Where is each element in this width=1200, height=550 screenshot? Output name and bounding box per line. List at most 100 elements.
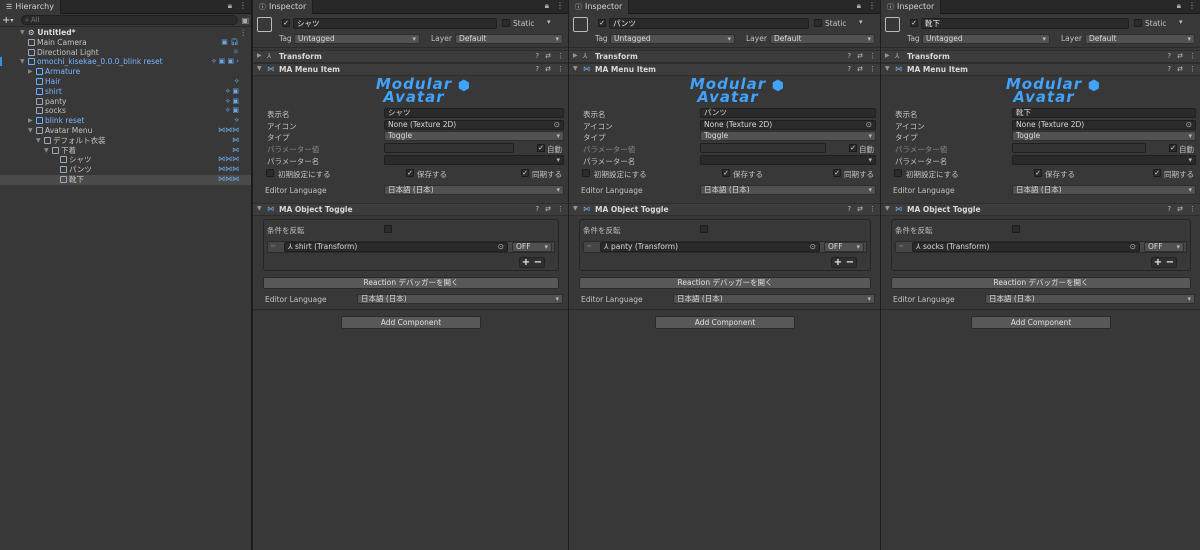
- parameter-name-field[interactable]: ▾: [700, 155, 876, 165]
- static-dropdown-icon[interactable]: ▾: [1179, 18, 1183, 26]
- expand-arrow-icon[interactable]: ▼: [28, 126, 33, 136]
- initial-checkbox[interactable]: [582, 169, 590, 177]
- initial-checkbox[interactable]: [266, 169, 274, 177]
- help-icon[interactable]: ?: [1167, 65, 1171, 73]
- foldout-arrow-icon[interactable]: ▼: [257, 205, 262, 212]
- parameter-dropdown-icon[interactable]: ▾: [556, 156, 560, 164]
- hierarchy-row[interactable]: ▼ omochi_kisekae_0.0.0_blink reset ⟡ ▣ ▣ ›: [0, 57, 251, 67]
- type-dropdown[interactable]: Toggle: [1012, 131, 1196, 141]
- reaction-debugger-button[interactable]: Reaction デバッガーを開く: [891, 277, 1191, 289]
- icon-field[interactable]: None (Texture 2D) ⊙: [1012, 120, 1196, 130]
- help-icon[interactable]: ?: [847, 52, 851, 60]
- foldout-arrow-icon[interactable]: ▶: [885, 52, 890, 59]
- add-entry-button[interactable]: +: [1154, 257, 1162, 268]
- expand-arrow-icon[interactable]: ▼: [44, 146, 49, 156]
- component-menu-icon[interactable]: ⋮: [1189, 52, 1196, 60]
- component-menu-icon[interactable]: ⋮: [869, 65, 876, 73]
- foldout-arrow-icon[interactable]: ▼: [573, 205, 578, 212]
- scene-filter-icon[interactable]: ▣: [241, 16, 249, 25]
- hierarchy-row[interactable]: ▼ デフォルト衣装 ⋈: [0, 136, 251, 146]
- object-name-field[interactable]: 靴下: [921, 18, 1129, 29]
- reaction-debugger-button[interactable]: Reaction デバッガーを開く: [579, 277, 871, 289]
- preset-icon[interactable]: ⇄: [1177, 65, 1183, 73]
- expand-arrow-icon[interactable]: ▶: [28, 116, 33, 126]
- foldout-arrow-icon[interactable]: ▼: [885, 65, 890, 72]
- help-icon[interactable]: ?: [847, 65, 851, 73]
- more-menu-icon[interactable]: ⋮: [1188, 1, 1196, 11]
- save-checkbox[interactable]: ✓: [722, 169, 730, 177]
- hierarchy-row[interactable]: シャツ ⋈⋈⋈: [0, 155, 251, 165]
- active-checkbox[interactable]: ✓: [598, 19, 606, 27]
- help-icon[interactable]: ?: [1167, 205, 1171, 213]
- hierarchy-row[interactable]: Hair ⟡: [0, 77, 251, 87]
- auto-checkbox[interactable]: ✓: [537, 144, 545, 152]
- active-checkbox[interactable]: ✓: [282, 19, 290, 27]
- transform-component-header[interactable]: ▶ ⅄ Transform ? ⇄ ⋮: [569, 50, 880, 63]
- static-checkbox[interactable]: [1134, 19, 1142, 27]
- object-toggle-component-header[interactable]: ▼ ⋈ MA Object Toggle ? ⇄ ⋮: [569, 203, 880, 216]
- parameter-name-field[interactable]: ▾: [1012, 155, 1196, 165]
- save-checkbox[interactable]: ✓: [1034, 169, 1042, 177]
- add-component-button[interactable]: Add Component: [655, 316, 795, 329]
- component-menu-icon[interactable]: ⋮: [1189, 205, 1196, 213]
- foldout-arrow-icon[interactable]: ▶: [257, 52, 262, 59]
- scene-row[interactable]: ▼ ⚙ Untitled* ⋮: [0, 28, 251, 38]
- inspector-tab[interactable]: ⓘ Inspector: [253, 0, 314, 14]
- editor-language-dropdown[interactable]: 日本語 (日本): [1012, 185, 1196, 195]
- layer-dropdown[interactable]: Default: [770, 34, 875, 44]
- help-icon[interactable]: ?: [535, 65, 539, 73]
- foldout-arrow-icon[interactable]: ▶: [573, 52, 578, 59]
- active-checkbox[interactable]: ✓: [910, 19, 918, 27]
- component-menu-icon[interactable]: ⋮: [557, 52, 564, 60]
- transform-component-header[interactable]: ▶ ⅄ Transform ? ⇄ ⋮: [881, 50, 1200, 63]
- display-name-field[interactable]: シャツ: [384, 108, 564, 118]
- static-dropdown-icon[interactable]: ▾: [547, 18, 551, 26]
- gameobject-cube-icon[interactable]: [885, 17, 900, 32]
- help-icon[interactable]: ?: [535, 205, 539, 213]
- tag-dropdown[interactable]: Untagged: [922, 34, 1050, 44]
- inspector-tab[interactable]: ⓘ Inspector: [881, 0, 942, 14]
- add-object-button[interactable]: + ▾: [2, 15, 18, 26]
- toggle-state-dropdown[interactable]: OFF: [512, 242, 552, 252]
- layer-dropdown[interactable]: Default: [1085, 34, 1195, 44]
- sync-checkbox[interactable]: ✓: [521, 169, 529, 177]
- target-object-field[interactable]: ⅄ shirt (Transform) ⊙: [284, 242, 508, 252]
- object-picker-icon[interactable]: ⊙: [810, 243, 816, 251]
- static-checkbox[interactable]: [814, 19, 822, 27]
- tag-dropdown[interactable]: Untagged: [294, 34, 420, 44]
- tag-dropdown[interactable]: Untagged: [610, 34, 735, 44]
- more-menu-icon[interactable]: ⋮: [556, 1, 564, 11]
- icon-field[interactable]: None (Texture 2D) ⊙: [700, 120, 876, 130]
- toggle-state-dropdown[interactable]: OFF: [1144, 242, 1184, 252]
- lock-icon[interactable]: 🔒︎: [228, 1, 232, 11]
- drag-handle-icon[interactable]: ═: [271, 242, 275, 250]
- object-picker-icon[interactable]: ⊙: [1186, 121, 1192, 129]
- hierarchy-row[interactable]: shirt ⟡ ▣: [0, 87, 251, 97]
- remove-entry-button[interactable]: −: [846, 257, 854, 268]
- save-checkbox[interactable]: ✓: [406, 169, 414, 177]
- preset-icon[interactable]: ⇄: [857, 52, 863, 60]
- component-menu-icon[interactable]: ⋮: [557, 65, 564, 73]
- type-dropdown[interactable]: Toggle: [384, 131, 564, 141]
- hierarchy-tab[interactable]: ☰ Hierarchy: [0, 0, 61, 14]
- lock-icon[interactable]: 🔒︎: [857, 1, 861, 11]
- hierarchy-row[interactable]: panty ⟡ ▣: [0, 97, 251, 107]
- hierarchy-row[interactable]: ▶ blink reset ⟡: [0, 116, 251, 126]
- type-dropdown[interactable]: Toggle: [700, 131, 876, 141]
- editor-language-dropdown[interactable]: 日本語 (日本): [357, 294, 563, 304]
- preset-icon[interactable]: ⇄: [545, 205, 551, 213]
- foldout-arrow-icon[interactable]: ▼: [885, 205, 890, 212]
- add-entry-button[interactable]: +: [834, 257, 842, 268]
- hierarchy-row[interactable]: パンツ ⋈⋈⋈: [0, 165, 251, 175]
- display-name-field[interactable]: 靴下: [1012, 108, 1196, 118]
- help-icon[interactable]: ?: [535, 52, 539, 60]
- hierarchy-row[interactable]: ▶ Armature: [0, 67, 251, 77]
- display-name-field[interactable]: パンツ: [700, 108, 876, 118]
- expand-arrow-icon[interactable]: ▼: [20, 57, 25, 67]
- object-picker-icon[interactable]: ⊙: [1130, 243, 1136, 251]
- remove-entry-button[interactable]: −: [534, 257, 542, 268]
- hierarchy-search-input[interactable]: ⌕ All: [21, 15, 239, 25]
- add-entry-button[interactable]: +: [522, 257, 530, 268]
- static-dropdown-icon[interactable]: ▾: [859, 18, 863, 26]
- object-toggle-component-header[interactable]: ▼ ⋈ MA Object Toggle ? ⇄ ⋮: [253, 203, 568, 216]
